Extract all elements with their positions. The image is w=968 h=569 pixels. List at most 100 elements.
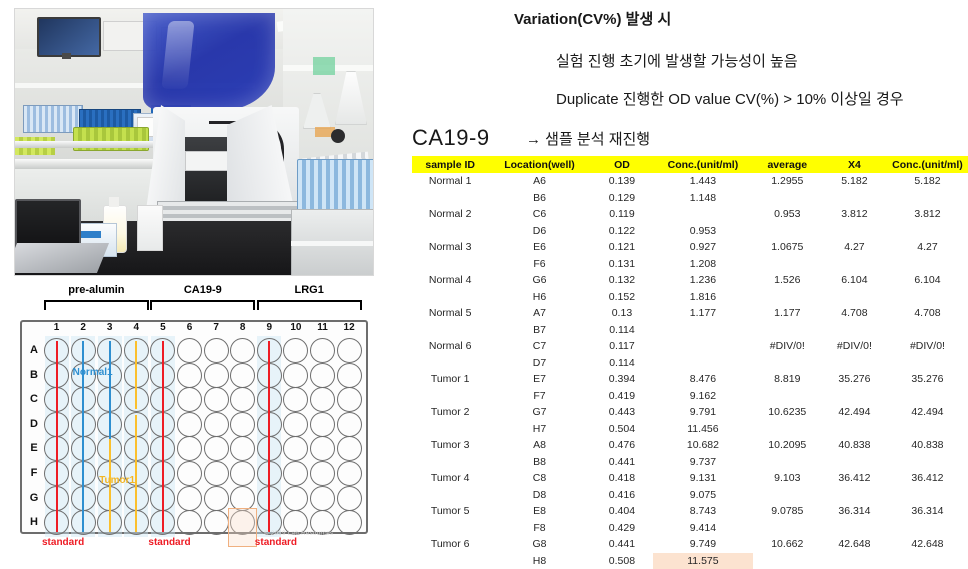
cell-average: 10.6235 xyxy=(753,404,822,421)
cell-conc-final: 3.812 xyxy=(887,206,968,223)
plate-well-D11[interactable] xyxy=(310,412,335,437)
cell-od: 0.122 xyxy=(591,223,654,240)
plate-well-G7[interactable] xyxy=(204,486,229,511)
table-row: Tumor 2G70.4439.79110.623542.49442.494 xyxy=(412,404,968,421)
plate-well-B12[interactable] xyxy=(337,363,362,388)
table-row: H70.50411.456 xyxy=(412,421,968,438)
plate-group-label: LRG1 xyxy=(257,284,362,296)
cell-conc-final: 42.494 xyxy=(887,404,968,421)
cell-od: 0.152 xyxy=(591,289,654,306)
plate-column-number: 12 xyxy=(336,322,362,333)
plate-standard-label: standard xyxy=(255,537,297,548)
plate-well-A7[interactable] xyxy=(204,338,229,363)
plate-well-A11[interactable] xyxy=(310,338,335,363)
plate-well-D12[interactable] xyxy=(337,412,362,437)
plate-well-F7[interactable] xyxy=(204,461,229,486)
plate-well-A12[interactable] xyxy=(337,338,362,363)
cell-conc-final: 42.648 xyxy=(887,536,968,553)
cell-location: E8 xyxy=(488,503,590,520)
plate-well-H7[interactable] xyxy=(204,510,229,535)
cell-x4: 6.104 xyxy=(822,272,887,289)
cell-sample-id xyxy=(412,520,488,537)
cell-location: D6 xyxy=(488,223,590,240)
cell-conc-final: #DIV/0! xyxy=(887,338,968,355)
cell-average: 1.177 xyxy=(753,305,822,322)
plate-well-C12[interactable] xyxy=(337,387,362,412)
cell-sample-id xyxy=(412,190,488,207)
plate-well-D7[interactable] xyxy=(204,412,229,437)
cell-od: 0.476 xyxy=(591,437,654,454)
plate-well-G12[interactable] xyxy=(337,486,362,511)
plate-well-A6[interactable] xyxy=(177,338,202,363)
cell-average xyxy=(753,256,822,273)
cell-sample-id xyxy=(412,289,488,306)
cell-conc-final: 4.708 xyxy=(887,305,968,322)
cell-conc-final xyxy=(887,487,968,504)
plate-well-F6[interactable] xyxy=(177,461,202,486)
plate-well-G11[interactable] xyxy=(310,486,335,511)
cell-od: 0.416 xyxy=(591,487,654,504)
plate-marker-line-yellow xyxy=(135,341,137,409)
plate-well-B6[interactable] xyxy=(177,363,202,388)
cell-conc-final xyxy=(887,223,968,240)
plate-well-G10[interactable] xyxy=(283,486,308,511)
cell-od: 0.121 xyxy=(591,239,654,256)
cell-sample-id xyxy=(412,487,488,504)
cell-conc: 1.148 xyxy=(653,190,752,207)
cell-conc: 1.816 xyxy=(653,289,752,306)
cell-location: G6 xyxy=(488,272,590,289)
plate-group-label: pre-alumin xyxy=(44,284,149,296)
cell-conc-final xyxy=(887,190,968,207)
plate-well-C7[interactable] xyxy=(204,387,229,412)
plate-well-G8[interactable] xyxy=(230,486,255,511)
table-row: B60.1291.148 xyxy=(412,190,968,207)
cell-average: 0.953 xyxy=(753,206,822,223)
cell-x4: 4.708 xyxy=(822,305,887,322)
cell-average xyxy=(753,355,822,372)
plate-column-number: 4 xyxy=(123,322,149,333)
table-body: Normal 1A60.1391.4431.29555.1825.182B60.… xyxy=(412,173,968,569)
plate-sample-tag-tumor: Tumor1 xyxy=(99,475,135,486)
cell-sample-id xyxy=(412,322,488,339)
cell-od: 0.404 xyxy=(591,503,654,520)
plate-group-bracket-1 xyxy=(150,300,255,310)
cell-average: 10.2095 xyxy=(753,437,822,454)
photo-knob xyxy=(331,129,345,143)
plate-well-G6[interactable] xyxy=(177,486,202,511)
cell-conc xyxy=(653,355,752,372)
table-row: Tumor 1E70.3948.4768.81935.27635.276 xyxy=(412,371,968,388)
cell-conc-final xyxy=(887,355,968,372)
table-row: Normal 2C60.1190.9533.8123.812 xyxy=(412,206,968,223)
microplate-layout-diagram: pre-aluminCA19-9LRG1 123456789101112 ABC… xyxy=(14,286,376,558)
cell-sample-id xyxy=(412,256,488,273)
cell-od: 0.418 xyxy=(591,470,654,487)
plate-well-F11[interactable] xyxy=(310,461,335,486)
plate-well-D6[interactable] xyxy=(177,412,202,437)
plate-well-D8[interactable] xyxy=(230,412,255,437)
table-row: Normal 5A70.131.1771.1774.7084.708 xyxy=(412,305,968,322)
cell-sample-id xyxy=(412,388,488,405)
plate-column-number: 6 xyxy=(177,322,203,333)
plate-watermark: © 2019 Lab Resources xyxy=(264,531,333,537)
cell-sample-id: Tumor 5 xyxy=(412,503,488,520)
cell-location: H7 xyxy=(488,421,590,438)
photo-instrument-blue-lid xyxy=(143,13,275,111)
plate-well-H12[interactable] xyxy=(337,510,362,535)
cell-x4 xyxy=(822,223,887,240)
col-header-conc-final: Conc.(unit/ml) xyxy=(887,156,968,173)
cell-conc: 9.749 xyxy=(653,536,752,553)
plate-well-E12[interactable] xyxy=(337,436,362,461)
cell-location: C7 xyxy=(488,338,590,355)
plate-row-headers: ABCDEFGH xyxy=(14,286,32,482)
table-row: H60.1521.816 xyxy=(412,289,968,306)
table-header-row: sample ID Location(well) OD Conc.(unit/m… xyxy=(412,156,968,173)
plate-well-B11[interactable] xyxy=(310,363,335,388)
plate-well-B8[interactable] xyxy=(230,363,255,388)
plate-well-E7[interactable] xyxy=(204,436,229,461)
plate-well-F12[interactable] xyxy=(337,461,362,486)
plate-well-B10[interactable] xyxy=(283,363,308,388)
photo-blue-basket xyxy=(297,159,374,213)
plate-well-B7[interactable] xyxy=(204,363,229,388)
cell-conc: 8.743 xyxy=(653,503,752,520)
assay-name-label: CA19-9 xyxy=(412,125,490,151)
